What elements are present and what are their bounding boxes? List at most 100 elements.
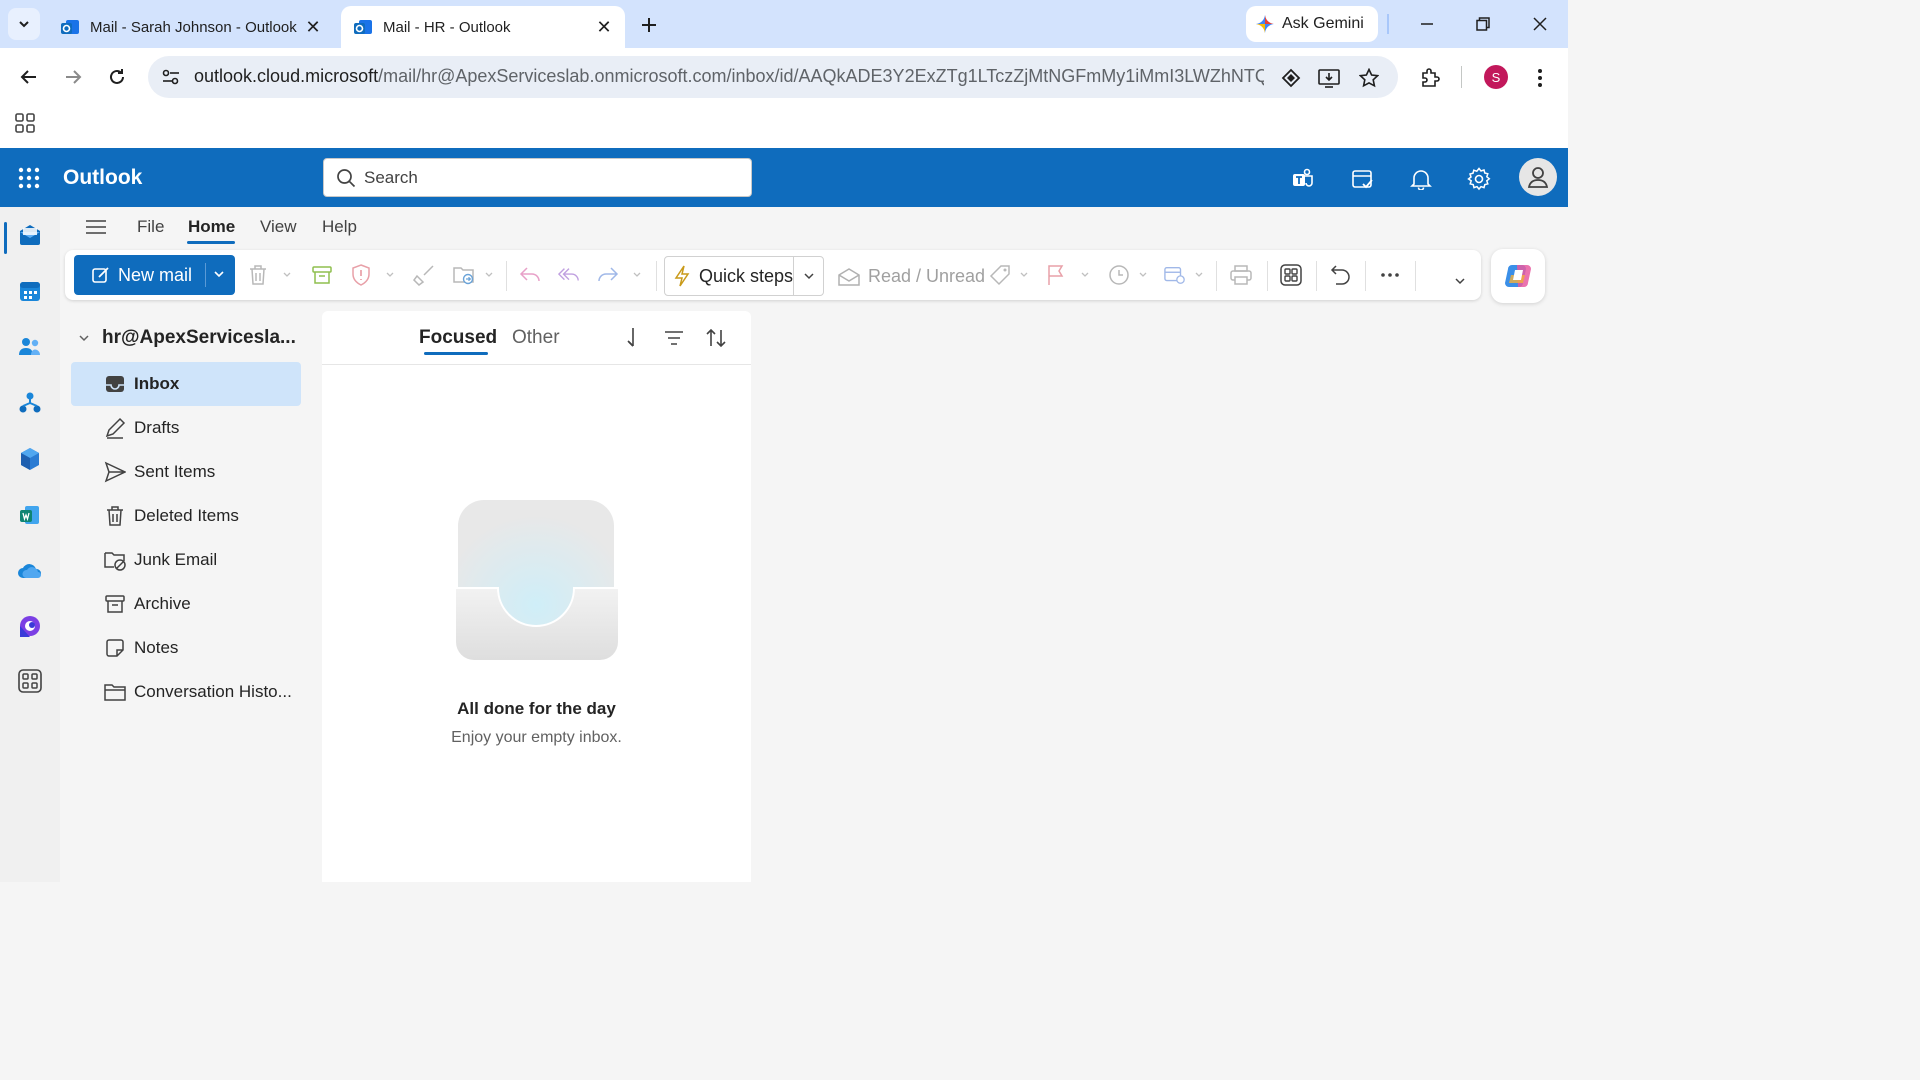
chevron-down-icon[interactable] [803, 270, 815, 282]
back-button[interactable] [14, 62, 44, 92]
close-window-button[interactable] [1526, 10, 1554, 38]
settings-button[interactable] [1466, 166, 1492, 192]
chevron-down-icon[interactable] [632, 270, 642, 280]
reply-button[interactable] [519, 264, 541, 286]
jump-to-icon[interactable] [620, 326, 644, 350]
hamburger-menu-icon[interactable] [86, 219, 106, 235]
tab-other[interactable]: Other [512, 327, 560, 349]
categorize-button[interactable] [989, 264, 1011, 286]
reply-all-button[interactable] [558, 264, 580, 286]
divider [656, 261, 657, 291]
chevron-down-icon[interactable] [1080, 270, 1090, 280]
extensions-button[interactable] [1418, 66, 1442, 90]
quick-steps-button[interactable]: Quick steps [664, 256, 824, 296]
folder-deleted-items[interactable]: Deleted Items [71, 494, 301, 538]
close-tab-icon[interactable]: ✕ [304, 17, 322, 37]
folder-junk-email[interactable]: Junk Email [71, 538, 301, 582]
app-rail [0, 207, 60, 882]
archive-button[interactable] [311, 264, 333, 286]
notes-icon [106, 639, 124, 657]
browser-tab-hr[interactable]: Mail - HR - Outlook ✕ [341, 6, 625, 48]
lens-button[interactable] [1279, 66, 1303, 90]
tab-file[interactable]: File [137, 217, 164, 237]
folder-icon [104, 684, 126, 701]
close-tab-icon[interactable]: ✕ [595, 17, 613, 37]
forward-button[interactable] [597, 264, 619, 286]
report-button[interactable] [350, 264, 372, 286]
arrow-right-icon [66, 70, 82, 84]
chevron-down-icon[interactable] [1019, 270, 1029, 280]
new-mail-button[interactable]: New mail [74, 255, 235, 295]
rules-button[interactable] [1164, 264, 1186, 286]
people-app-icon[interactable] [17, 334, 43, 360]
onedrive-icon[interactable] [17, 558, 43, 584]
install-app-button[interactable] [1317, 66, 1341, 90]
minimize-button[interactable] [1413, 10, 1441, 38]
folder-inbox[interactable]: Inbox [71, 362, 301, 406]
close-icon [1533, 17, 1547, 31]
reload-button[interactable] [102, 62, 132, 92]
folder-drafts[interactable]: Drafts [71, 406, 301, 450]
print-button[interactable] [1230, 264, 1252, 286]
apps-grid-icon[interactable] [15, 113, 35, 133]
tab-help[interactable]: Help [322, 217, 357, 237]
chevron-down-icon[interactable] [385, 270, 395, 280]
filter-icon[interactable] [662, 326, 686, 350]
app-launcher-icon[interactable] [18, 167, 40, 189]
search-box[interactable]: Search [323, 158, 752, 197]
move-to-button[interactable] [453, 264, 475, 286]
ellipsis-icon [1381, 273, 1399, 277]
clock-icon [1109, 265, 1129, 285]
chevron-down-icon[interactable] [1194, 270, 1204, 280]
mail-app-icon[interactable] [17, 222, 43, 248]
chevron-down-icon[interactable] [1138, 270, 1148, 280]
apps-button[interactable] [1280, 264, 1302, 286]
notifications-button[interactable] [1408, 166, 1434, 192]
read-unread-button[interactable]: Read / Unread [838, 266, 985, 287]
bookmark-star-button[interactable] [1357, 66, 1381, 90]
account-header[interactable]: hr@ApexServicesla... [78, 327, 296, 349]
folder-sent-items[interactable]: Sent Items [71, 450, 301, 494]
new-tab-button[interactable] [636, 12, 662, 38]
folder-notes[interactable]: Notes [71, 626, 301, 670]
site-settings-icon[interactable] [160, 66, 182, 88]
ribbon-expand-chevron-icon[interactable] [1454, 275, 1466, 287]
org-explorer-icon[interactable] [17, 390, 43, 416]
app-brand[interactable]: Outlook [63, 166, 142, 190]
snooze-button[interactable] [1108, 264, 1130, 286]
tab-home[interactable]: Home [188, 217, 235, 237]
sweep-button[interactable] [413, 264, 435, 286]
browser-tab-sarah[interactable]: Mail - Sarah Johnson - Outlook ✕ [48, 6, 334, 48]
delete-button[interactable] [247, 264, 269, 286]
loop-app-icon[interactable] [17, 614, 43, 640]
my-day-button[interactable] [1350, 166, 1376, 192]
flag-button[interactable] [1045, 264, 1067, 286]
account-avatar[interactable] [1519, 158, 1557, 196]
chrome-menu-button[interactable] [1528, 66, 1552, 90]
sort-icon[interactable] [704, 326, 728, 350]
url-text[interactable]: outlook.cloud.microsoft/mail/hr@ApexServ… [194, 66, 1264, 87]
profile-avatar[interactable]: S [1484, 65, 1508, 89]
copilot-button[interactable] [1491, 249, 1545, 303]
forward-button[interactable] [58, 62, 88, 92]
word-app-icon[interactable] [17, 502, 43, 528]
chevron-down-icon[interactable] [212, 267, 226, 281]
calendar-app-icon[interactable] [17, 278, 43, 304]
more-options-button[interactable] [1379, 264, 1401, 286]
tab-search-button[interactable] [8, 8, 40, 40]
folder-label: Junk Email [134, 550, 218, 569]
folder-archive[interactable]: Archive [71, 582, 301, 626]
ask-gemini-button[interactable]: Ask Gemini [1246, 6, 1378, 42]
teams-button[interactable] [1290, 166, 1316, 192]
search-placeholder: Search [364, 167, 418, 187]
folder-label: Deleted Items [134, 506, 239, 525]
chevron-down-icon[interactable] [282, 270, 292, 280]
undo-button[interactable] [1330, 264, 1352, 286]
chevron-down-icon[interactable] [484, 270, 494, 280]
tab-focused[interactable]: Focused [419, 327, 497, 349]
folder-conversation-history[interactable]: Conversation Histo... [71, 670, 301, 714]
more-apps-icon[interactable] [17, 668, 43, 694]
restore-button[interactable] [1469, 10, 1497, 38]
microsoft-365-icon[interactable] [17, 446, 43, 472]
tab-view[interactable]: View [260, 217, 297, 237]
